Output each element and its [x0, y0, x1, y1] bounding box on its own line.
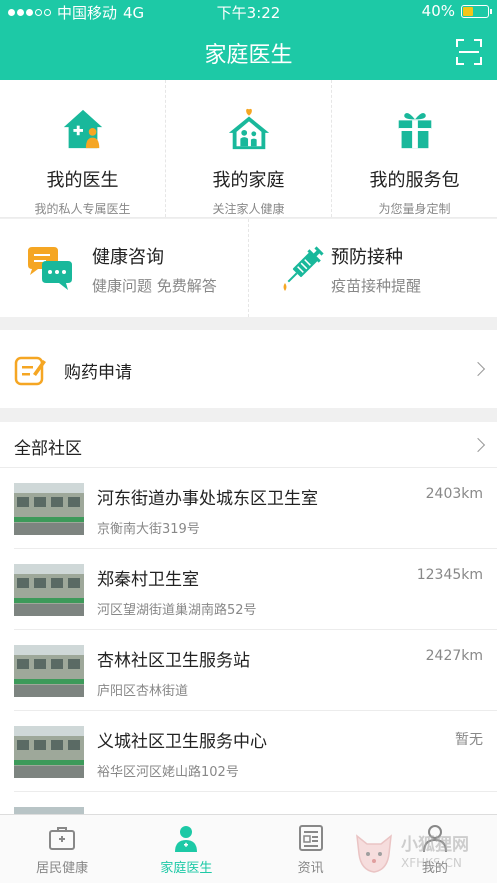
clinic-address: 裕华区河区姥山路102号	[97, 765, 239, 780]
battery-icon	[461, 4, 492, 18]
service-vaccination[interactable]: 预防接种 疫苗接种提醒	[249, 219, 497, 317]
clinic-name: 河东街道办事处城东区卫生室	[97, 489, 318, 509]
gift-icon	[398, 113, 431, 149]
tab-resident-health[interactable]: 居民健康	[0, 815, 124, 883]
clinic-distance: 2403km	[425, 486, 483, 502]
community-title: 全部社区	[14, 439, 82, 459]
syringe-icon	[283, 246, 324, 291]
clinic-distance: 12345km	[416, 567, 483, 583]
clinic-photo	[14, 645, 84, 697]
service-grid: 健康咨询 健康问题 免费解答 预防接种 疫苗接种提醒	[0, 219, 497, 317]
news-icon	[298, 825, 323, 851]
community-header[interactable]: 全部社区	[0, 422, 497, 468]
list-item[interactable]: 河东街道办事处城东区卫生室 京衡南大街319号 2403km	[14, 468, 497, 549]
clinic-address: 京衡南大街319号	[97, 522, 200, 537]
clinic-distance: 2427km	[425, 648, 483, 664]
clinic-name: 杏林社区卫生服务站	[97, 651, 250, 671]
page-title: 家庭医生	[204, 43, 293, 68]
clinic-photo	[14, 807, 84, 814]
watermark: 小狐狸网 XFHKS.CN	[351, 826, 491, 878]
clinic-photo	[14, 726, 84, 778]
purchase-row[interactable]: 购药申请	[0, 330, 497, 408]
nav-bar: 家庭医生	[0, 24, 497, 80]
tab-family-doctor[interactable]: 家庭医生	[124, 815, 248, 883]
service-title: 健康咨询	[92, 247, 164, 268]
feature-grid: 我的医生 我的私人专属医生 我的家庭 关注家人健康 我的服务包 为您量身定制	[0, 80, 497, 218]
service-title: 预防接种	[331, 247, 403, 268]
community-section: 全部社区 河东街道办事处城东区卫生室 京衡南大街319号 2403km 郑秦村卫…	[0, 422, 497, 814]
service-subtitle: 疫苗接种提醒	[331, 277, 422, 295]
feature-my-doctor[interactable]: 我的医生 我的私人专属医生	[0, 80, 166, 217]
clinic-photo	[14, 564, 84, 616]
family-house-icon	[228, 108, 269, 150]
list-item[interactable]: 郑秦村卫生室 河区望湖街道巢湖南路52号 12345km	[14, 549, 497, 630]
status-bar: 中国移动 4G 下午3:22 40%	[0, 0, 497, 24]
feature-subtitle: 为您量身定制	[378, 202, 451, 216]
list-item-partial[interactable]	[14, 792, 497, 814]
watermark-title: 小狐狸网	[401, 835, 469, 855]
fox-logo-icon	[356, 834, 392, 873]
feature-title: 我的服务包	[369, 170, 460, 191]
service-subtitle: 健康问题 免费解答	[92, 277, 217, 295]
feature-subtitle: 关注家人健康	[212, 202, 285, 216]
feature-my-family[interactable]: 我的家庭 关注家人健康	[166, 80, 332, 217]
doctor-avatar-icon	[175, 826, 198, 852]
feature-my-service-pack[interactable]: 我的服务包 为您量身定制	[332, 80, 497, 217]
chevron-right-icon	[470, 437, 486, 453]
purchase-label: 购药申请	[64, 363, 132, 383]
doctor-house-icon	[63, 109, 102, 149]
clinic-photo	[14, 483, 84, 535]
tab-label: 家庭医生	[160, 861, 213, 876]
list-item[interactable]: 杏林社区卫生服务站 庐阳区杏林街道 2427km	[14, 630, 497, 711]
battery-percent: 40%	[421, 2, 455, 20]
scan-icon[interactable]	[455, 38, 483, 66]
clinic-address: 河区望湖街道巢湖南路52号	[97, 603, 257, 618]
chevron-right-icon	[470, 361, 486, 377]
watermark-url: XFHKS.CN	[401, 856, 462, 870]
clinic-address: 庐阳区杏林街道	[97, 684, 189, 699]
tab-label: 居民健康	[36, 861, 89, 876]
edit-note-icon	[14, 356, 46, 386]
service-health-consult[interactable]: 健康咨询 健康问题 免费解答	[0, 219, 249, 317]
tab-label: 资讯	[297, 861, 324, 876]
clinic-name: 郑秦村卫生室	[97, 570, 199, 590]
medical-kit-icon	[49, 827, 76, 850]
list-item[interactable]: 义城社区卫生服务中心 裕华区河区姥山路102号 暂无	[14, 711, 497, 792]
feature-title: 我的家庭	[212, 170, 285, 191]
chat-bubbles-icon	[28, 247, 72, 290]
feature-subtitle: 我的私人专属医生	[34, 202, 131, 216]
clinic-distance: 暂无	[455, 732, 483, 748]
clinic-name: 义城社区卫生服务中心	[97, 732, 267, 752]
feature-title: 我的医生	[46, 170, 119, 191]
